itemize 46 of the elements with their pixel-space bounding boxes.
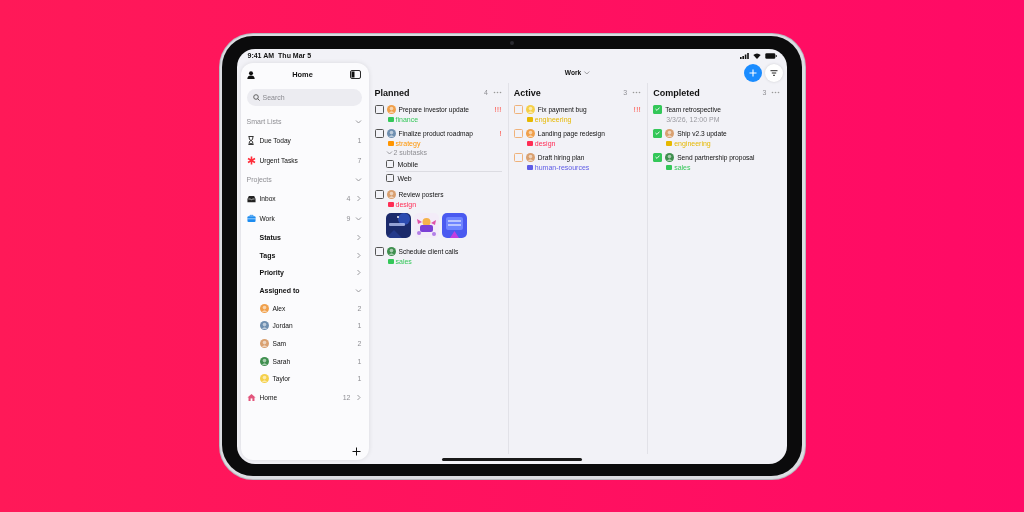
chevron-right-icon[interactable]: [354, 394, 362, 402]
plus-icon: [748, 68, 757, 77]
chevron-down-icon[interactable]: [385, 149, 393, 156]
checkbox[interactable]: [513, 104, 523, 114]
checkmark-icon: [655, 107, 661, 111]
checkbox[interactable]: [385, 160, 394, 168]
checkbox[interactable]: [385, 174, 394, 182]
checkbox[interactable]: [513, 152, 523, 162]
person-icon[interactable]: [246, 70, 255, 79]
checkbox[interactable]: [374, 104, 384, 114]
chevron-right-icon[interactable]: [354, 195, 362, 202]
column-title: Completed: [653, 87, 701, 98]
checkmark-icon: [655, 131, 661, 135]
asterisk-icon: [246, 156, 256, 165]
plus-icon[interactable]: [351, 446, 361, 456]
column-title: Planned: [374, 87, 411, 98]
column-title: Active: [513, 87, 542, 98]
briefcase-icon: [246, 214, 256, 223]
filter-button[interactable]: [764, 63, 783, 82]
wifi-icon: [752, 52, 761, 59]
battery-icon: [764, 52, 777, 59]
chevron-down-icon[interactable]: [354, 215, 362, 222]
house-icon: [246, 393, 256, 403]
camera-dot: [510, 41, 514, 45]
inbox-icon: [246, 194, 256, 203]
hourglass-icon: [247, 136, 255, 145]
checkbox[interactable]: [653, 152, 663, 162]
checkbox[interactable]: [374, 128, 384, 138]
chevron-down-icon[interactable]: [354, 118, 362, 125]
checkbox[interactable]: [374, 246, 384, 256]
checkbox[interactable]: [513, 128, 523, 138]
checkbox[interactable]: [374, 189, 384, 199]
chevron-right-icon[interactable]: [354, 269, 362, 277]
chevron-right-icon[interactable]: [354, 251, 362, 259]
chevron-down-icon[interactable]: [354, 176, 362, 183]
chevron-right-icon[interactable]: [354, 233, 362, 241]
add-button[interactable]: [743, 63, 762, 82]
chevron-down-icon[interactable]: [354, 286, 362, 294]
filter-icon: [769, 69, 778, 76]
checkmark-icon: [655, 155, 661, 159]
search-icon: [252, 93, 260, 101]
sidebar-toggle-icon[interactable]: [350, 70, 362, 79]
signal-icon: [739, 52, 749, 59]
chevron-down-icon[interactable]: [583, 68, 591, 76]
checkbox[interactable]: [653, 104, 663, 114]
checkbox[interactable]: [653, 128, 663, 138]
